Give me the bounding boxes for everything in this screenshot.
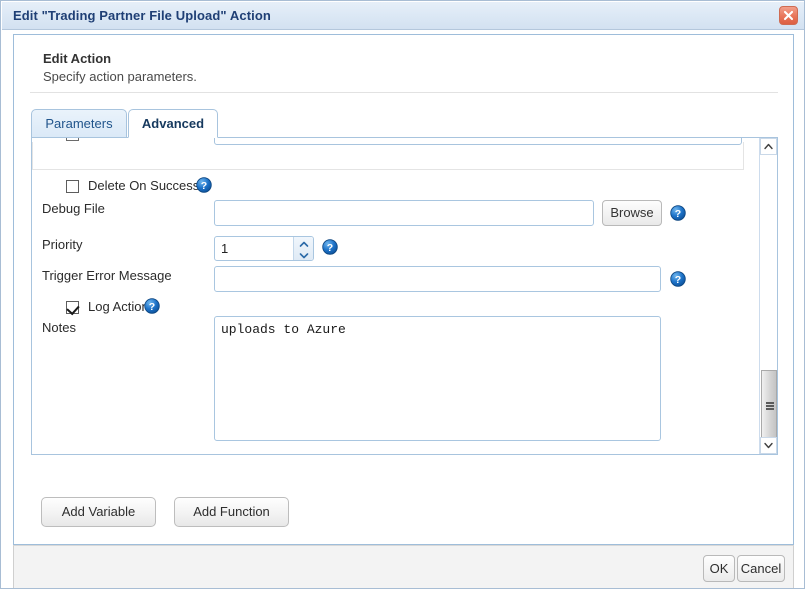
priority-stepper-buttons — [293, 237, 313, 260]
svg-text:?: ? — [675, 208, 681, 220]
tab-advanced[interactable]: Advanced — [128, 109, 218, 138]
debug-file-label: Debug File — [42, 201, 105, 216]
dialog-title-bar: Edit "Trading Partner File Upload" Actio… — [2, 2, 805, 30]
help-icon-delete-on-success[interactable]: ? — [196, 177, 212, 193]
add-variable-button[interactable]: Add Variable — [41, 497, 156, 527]
advanced-form-content: Delete On Success ? Debug File Browse — [32, 138, 759, 455]
clipped-group-box — [32, 142, 744, 170]
browse-button[interactable]: Browse — [602, 200, 662, 226]
close-icon[interactable] — [779, 6, 798, 25]
svg-text:?: ? — [675, 274, 681, 286]
scroll-down-glyph — [761, 438, 776, 453]
scrollbar-thumb[interactable] — [761, 370, 777, 442]
advanced-form-scroll-region: Delete On Success ? Debug File Browse — [31, 137, 778, 455]
priority-stepper[interactable]: 1 — [214, 236, 314, 261]
help-glyph: ? — [670, 271, 686, 287]
help-icon-trigger-error-message[interactable]: ? — [670, 271, 686, 287]
delete-on-success-label: Delete On Success — [88, 178, 199, 193]
debug-file-input[interactable] — [214, 200, 594, 226]
chevron-up-icon[interactable] — [298, 237, 310, 248]
trigger-error-message-input[interactable] — [214, 266, 661, 292]
add-function-button[interactable]: Add Function — [174, 497, 289, 527]
log-action-checkbox[interactable] — [66, 301, 79, 314]
ok-button[interactable]: OK — [703, 555, 735, 582]
vertical-scrollbar[interactable] — [759, 138, 777, 454]
chevron-down-glyph — [298, 250, 310, 261]
help-glyph: ? — [670, 205, 686, 221]
scroll-down-icon[interactable] — [760, 437, 777, 454]
close-glyph — [783, 10, 794, 21]
help-glyph: ? — [144, 298, 160, 314]
scroll-up-icon[interactable] — [760, 138, 777, 155]
cancel-button[interactable]: Cancel — [737, 555, 785, 582]
page-title: Edit Action — [43, 51, 111, 66]
clipped-checkbox[interactable] — [66, 138, 79, 141]
help-glyph: ? — [196, 177, 212, 193]
help-icon-log-action[interactable]: ? — [144, 298, 160, 314]
dialog-footer: OK Cancel — [13, 545, 794, 589]
log-action-label: Log Action — [88, 299, 149, 314]
trigger-error-message-label: Trigger Error Message — [42, 268, 172, 283]
delete-on-success-checkbox[interactable] — [66, 180, 79, 193]
tab-parameters[interactable]: Parameters — [31, 109, 127, 138]
svg-text:?: ? — [327, 242, 333, 254]
page-subtitle: Specify action parameters. — [43, 69, 197, 84]
svg-text:?: ? — [149, 301, 155, 313]
header-divider — [30, 92, 778, 93]
dialog-title: Edit "Trading Partner File Upload" Actio… — [13, 8, 271, 23]
help-icon-debug-file[interactable]: ? — [670, 205, 686, 221]
svg-text:?: ? — [201, 180, 207, 192]
grip-icon — [766, 402, 774, 410]
notes-textarea[interactable] — [214, 316, 661, 441]
scroll-up-glyph — [761, 139, 776, 154]
edit-action-dialog: Edit "Trading Partner File Upload" Actio… — [0, 0, 805, 589]
priority-value: 1 — [221, 241, 228, 256]
dialog-body: Edit Action Specify action parameters. P… — [13, 34, 794, 545]
help-icon-priority[interactable]: ? — [322, 239, 338, 255]
help-glyph: ? — [322, 239, 338, 255]
priority-label: Priority — [42, 237, 82, 252]
chevron-down-icon[interactable] — [298, 248, 310, 259]
notes-label: Notes — [42, 320, 76, 335]
